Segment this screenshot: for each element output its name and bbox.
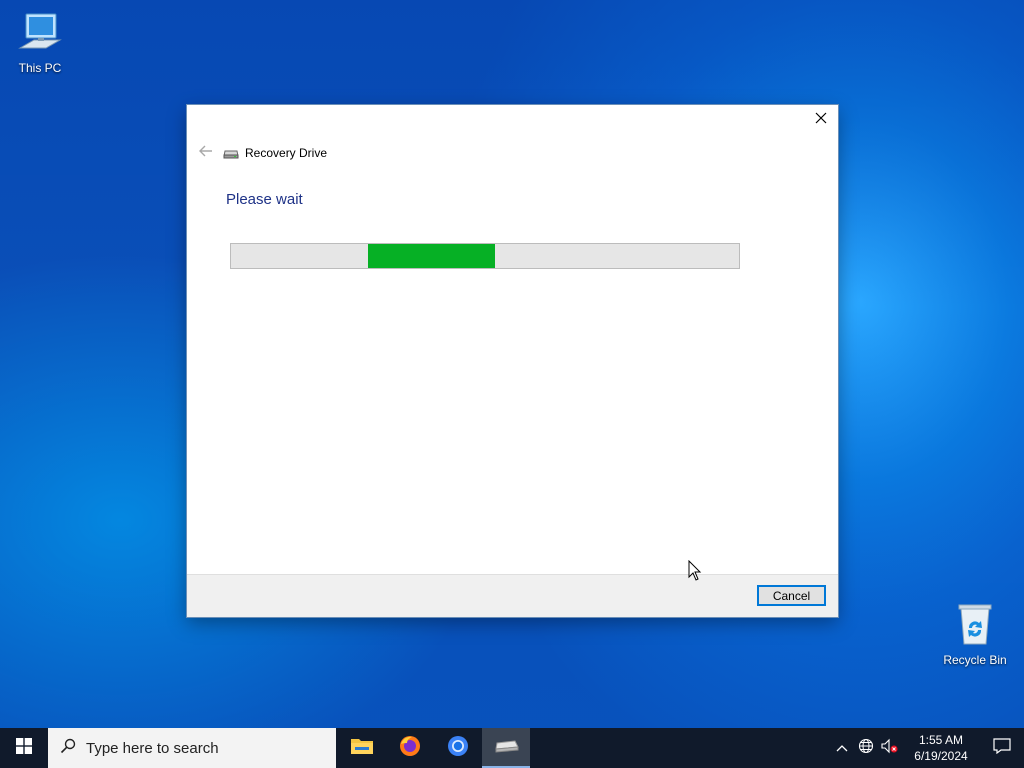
status-heading: Please wait	[226, 191, 303, 208]
system-tray: 1:55 AM 6/19/2024	[830, 728, 1024, 768]
taskbar-file-explorer[interactable]	[338, 728, 386, 768]
back-arrow-icon	[199, 144, 213, 162]
search-placeholder: Type here to search	[86, 739, 219, 757]
desktop-icon-recycle-bin[interactable]: Recycle Bin	[935, 600, 1015, 667]
desktop-icon-label: This PC	[18, 61, 62, 75]
dialog-title: Recovery Drive	[245, 146, 328, 160]
close-button[interactable]	[804, 105, 838, 135]
taskbar-chrome[interactable]	[434, 728, 482, 768]
volume-muted-icon	[881, 738, 899, 759]
firefox-icon	[398, 734, 422, 763]
taskbar-search-box[interactable]: Type here to search	[48, 728, 336, 768]
clock-date: 6/19/2024	[914, 749, 968, 763]
file-explorer-icon	[350, 736, 374, 761]
cancel-button[interactable]: Cancel	[757, 585, 826, 606]
taskbar: Type here to search 1:55 AM 6/19/2024	[0, 728, 1024, 768]
search-icon	[60, 738, 76, 758]
recycle-bin-icon	[953, 604, 997, 651]
tray-overflow-button[interactable]	[830, 728, 854, 768]
notification-icon	[993, 737, 1011, 759]
recovery-drive-dialog: Recovery Drive Please wait Cancel	[187, 105, 838, 617]
volume-button[interactable]	[878, 728, 902, 768]
start-button[interactable]	[0, 728, 48, 768]
recovery-drive-icon	[493, 738, 519, 759]
taskbar-recovery-drive[interactable]	[482, 728, 530, 768]
taskbar-clock[interactable]: 1:55 AM 6/19/2024	[902, 732, 980, 764]
clock-time: 1:55 AM	[918, 733, 964, 747]
close-icon	[815, 111, 827, 129]
desktop-icon-this-pc[interactable]: This PC	[0, 8, 80, 75]
mouse-cursor-icon	[688, 559, 702, 587]
notifications-button[interactable]	[980, 728, 1024, 768]
progress-fill	[368, 244, 496, 268]
desktop-icon-label: Recycle Bin	[943, 653, 1007, 667]
progress-bar	[230, 243, 740, 269]
drive-icon	[223, 147, 239, 159]
chevron-up-icon	[836, 739, 848, 757]
taskbar-firefox[interactable]	[386, 728, 434, 768]
dialog-title-row: Recovery Drive	[223, 143, 327, 163]
dialog-footer: Cancel	[187, 574, 838, 617]
windows-logo-icon	[16, 737, 32, 759]
globe-network-icon	[858, 738, 874, 759]
back-button[interactable]	[195, 143, 217, 163]
chrome-icon	[446, 734, 470, 763]
network-button[interactable]	[854, 728, 878, 768]
computer-icon	[16, 13, 64, 59]
